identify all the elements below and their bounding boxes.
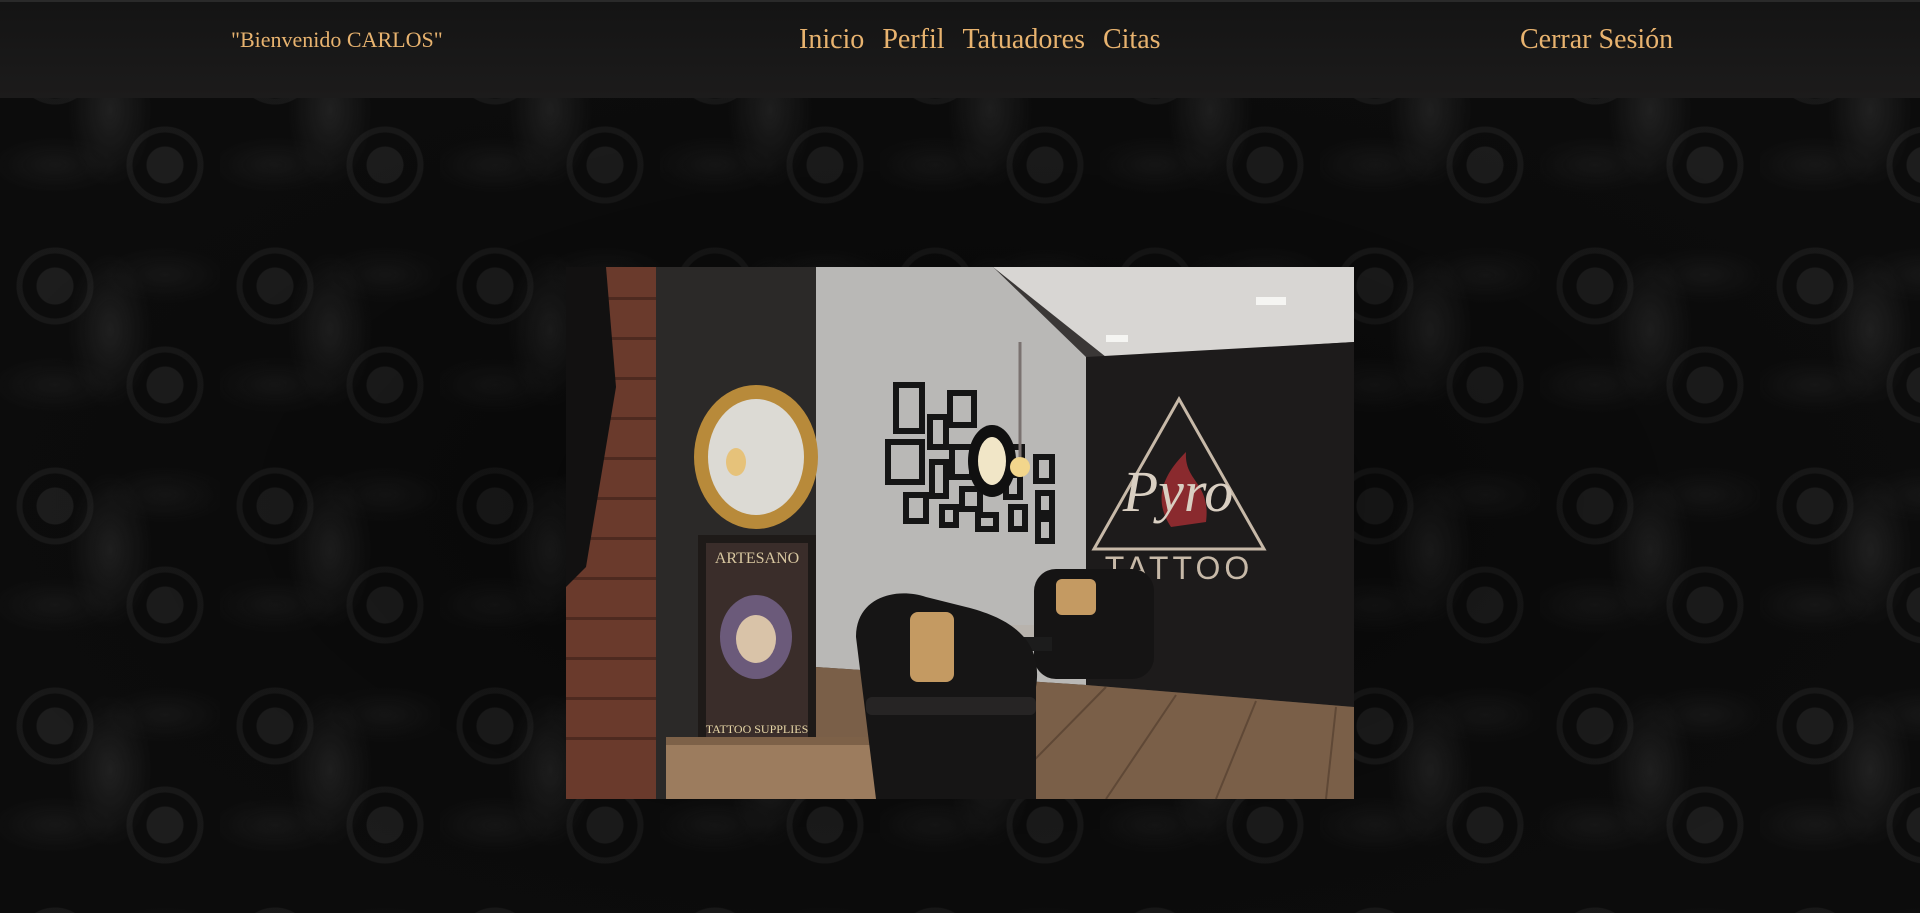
nav-link-perfil[interactable]: Perfil <box>882 24 944 56</box>
nav-link-inicio[interactable]: Inicio <box>799 24 864 56</box>
top-nav-bar: "Bienvenido CARLOS" Inicio Perfil Tatuad… <box>0 0 1920 98</box>
welcome-message: "Bienvenido CARLOS" <box>231 27 443 52</box>
poster-caption: TATTOO SUPPLIES <box>706 722 809 736</box>
nav-link-tatuadores[interactable]: Tatuadores <box>963 24 1085 56</box>
wall-sign-script: Pyro <box>1122 459 1234 524</box>
studio-photo: ARTESANO TATTOO SUPPLIES Pyro TATTOO <box>566 267 1354 799</box>
poster-title: ARTESANO <box>715 550 799 567</box>
nav-link-citas[interactable]: Citas <box>1103 24 1161 56</box>
logout-link[interactable]: Cerrar Sesión <box>1520 24 1673 56</box>
main-nav: Inicio Perfil Tatuadores Citas <box>799 24 1161 56</box>
